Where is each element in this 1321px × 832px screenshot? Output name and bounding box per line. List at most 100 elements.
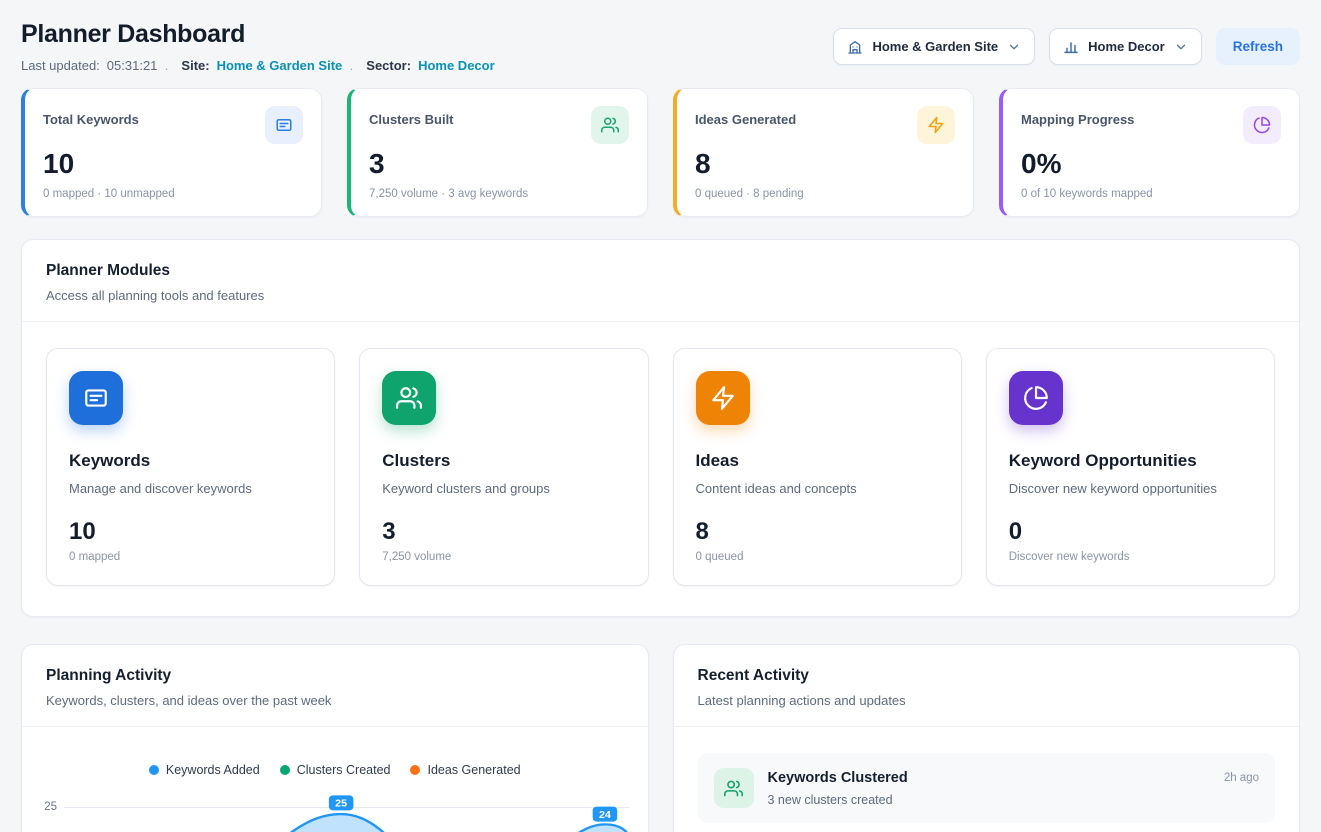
legend-item-keywords-added: Keywords Added — [149, 763, 260, 777]
sector-selector-value: Home Decor — [1088, 39, 1165, 54]
module-card-keywords[interactable]: Keywords Manage and discover keywords 10… — [46, 348, 335, 586]
planning-activity-chart: Keywords Added Clusters Created Ideas Ge… — [22, 763, 648, 832]
pie-chart-icon — [1009, 371, 1063, 425]
recent-activity-panel: Recent Activity Latest planning actions … — [673, 644, 1301, 832]
sector-label: Sector: — [366, 58, 411, 73]
module-value: 3 — [382, 518, 625, 546]
modules-panel-header: Planner Modules Access all planning tool… — [22, 240, 1299, 322]
legend-label: Keywords Added — [166, 763, 260, 777]
module-title: Clusters — [382, 451, 625, 471]
separator-dot: · — [164, 61, 174, 71]
module-description: Discover new keyword opportunities — [1009, 481, 1252, 496]
legend-dot-orange — [410, 765, 420, 775]
page-title: Planner Dashboard — [21, 20, 495, 49]
site-label: Site: — [181, 58, 209, 73]
stat-label: Ideas Generated — [695, 106, 796, 127]
stat-label: Total Keywords — [43, 106, 139, 127]
header-controls: Home & Garden Site Home Decor Refresh — [833, 28, 1300, 65]
module-description: Keyword clusters and groups — [382, 481, 625, 496]
planning-activity-header: Planning Activity Keywords, clusters, an… — [22, 645, 648, 727]
meta-line: Last updated: 05:31:21 · Site: Home & Ga… — [21, 58, 495, 73]
legend-dot-green — [280, 765, 290, 775]
activity-description: 3 new clusters created — [768, 793, 908, 807]
users-icon — [714, 768, 754, 808]
activity-text: Keywords Clustered 3 new clusters create… — [768, 768, 908, 807]
last-updated-label: Last updated: — [21, 58, 100, 73]
modules-panel-subtitle: Access all planning tools and features — [46, 288, 1275, 303]
site-link[interactable]: Home & Garden Site — [217, 58, 343, 73]
module-description: Content ideas and concepts — [696, 481, 939, 496]
lightning-icon — [696, 371, 750, 425]
bottom-row: Planning Activity Keywords, clusters, an… — [21, 644, 1300, 832]
bar-chart-icon — [1063, 39, 1079, 55]
site-selector-value: Home & Garden Site — [872, 39, 998, 54]
recent-activity-header: Recent Activity Latest planning actions … — [674, 645, 1300, 727]
refresh-button[interactable]: Refresh — [1216, 28, 1300, 65]
chevron-down-icon — [1007, 40, 1021, 54]
users-icon — [591, 106, 629, 144]
stat-sub: 0 queued · 8 pending — [695, 188, 955, 200]
planning-activity-title: Planning Activity — [46, 667, 624, 685]
planner-dashboard-page: Planner Dashboard Last updated: 05:31:21… — [0, 0, 1321, 832]
legend-label: Clusters Created — [297, 763, 391, 777]
recent-activity-subtitle: Latest planning actions and updates — [698, 693, 1276, 708]
stat-value: 0% — [1021, 148, 1281, 180]
activity-title: Keywords Clustered — [768, 768, 908, 786]
point-label-badge: 24 — [593, 807, 618, 822]
module-value: 8 — [696, 518, 939, 546]
stat-value: 10 — [43, 148, 303, 180]
stat-sub: 0 of 10 keywords mapped — [1021, 188, 1281, 200]
module-value: 10 — [69, 518, 312, 546]
legend-label: Ideas Generated — [427, 763, 520, 777]
module-sub: 0 mapped — [69, 551, 312, 563]
planner-modules-panel: Planner Modules Access all planning tool… — [21, 239, 1300, 617]
site-selector-dropdown[interactable]: Home & Garden Site — [833, 28, 1035, 65]
stat-card-total-keywords: Total Keywords 10 0 mapped · 10 unmapped — [21, 88, 322, 217]
pie-chart-icon — [1243, 106, 1281, 144]
activity-list-item: Keywords Clustered 3 new clusters create… — [698, 753, 1276, 823]
legend-item-clusters-created: Clusters Created — [280, 763, 391, 777]
stat-card-ideas-generated: Ideas Generated 8 0 queued · 8 pending — [673, 88, 974, 217]
modules-grid: Keywords Manage and discover keywords 10… — [22, 322, 1299, 616]
chevron-down-icon — [1174, 40, 1188, 54]
last-updated-value: 05:31:21 — [107, 58, 158, 73]
stat-value: 3 — [369, 148, 629, 180]
document-lines-icon — [265, 106, 303, 144]
document-lines-icon — [69, 371, 123, 425]
module-sub: Discover new keywords — [1009, 551, 1252, 563]
stat-value: 8 — [695, 148, 955, 180]
stat-label: Clusters Built — [369, 106, 454, 127]
svg-text:24: 24 — [599, 810, 611, 821]
sector-selector-dropdown[interactable]: Home Decor — [1049, 28, 1202, 65]
module-card-clusters[interactable]: Clusters Keyword clusters and groups 3 7… — [359, 348, 648, 586]
recent-activity-title: Recent Activity — [698, 667, 1276, 685]
y-axis-tick: 25 — [30, 801, 57, 813]
sector-link[interactable]: Home Decor — [418, 58, 495, 73]
users-icon — [382, 371, 436, 425]
activity-list: Keywords Clustered 3 new clusters create… — [674, 727, 1300, 832]
separator-dot: · — [349, 61, 359, 71]
svg-text:25: 25 — [335, 799, 347, 810]
planning-activity-subtitle: Keywords, clusters, and ideas over the p… — [46, 693, 624, 708]
point-label-badge: 25 — [329, 795, 354, 810]
area-chart-svg: 25 24 — [64, 785, 630, 832]
legend-item-ideas-generated: Ideas Generated — [410, 763, 520, 777]
chart-y-axis: 25 — [30, 785, 64, 832]
module-card-keyword-opportunities[interactable]: Keyword Opportunities Discover new keywo… — [986, 348, 1275, 586]
stat-card-clusters-built: Clusters Built 3 7,250 volume · 3 avg ke… — [347, 88, 648, 217]
module-title: Keywords — [69, 451, 312, 471]
lightning-icon — [917, 106, 955, 144]
stat-sub: 0 mapped · 10 unmapped — [43, 188, 303, 200]
planning-activity-panel: Planning Activity Keywords, clusters, an… — [21, 644, 649, 832]
page-header: Planner Dashboard Last updated: 05:31:21… — [21, 20, 1300, 73]
activity-timestamp: 2h ago — [1224, 768, 1259, 784]
module-sub: 0 queued — [696, 551, 939, 563]
stat-label: Mapping Progress — [1021, 106, 1134, 127]
stat-sub: 7,250 volume · 3 avg keywords — [369, 188, 629, 200]
building-icon — [847, 39, 863, 55]
module-value: 0 — [1009, 518, 1252, 546]
chart-legend: Keywords Added Clusters Created Ideas Ge… — [22, 763, 648, 777]
module-description: Manage and discover keywords — [69, 481, 312, 496]
module-title: Keyword Opportunities — [1009, 451, 1252, 471]
module-card-ideas[interactable]: Ideas Content ideas and concepts 8 0 que… — [673, 348, 962, 586]
